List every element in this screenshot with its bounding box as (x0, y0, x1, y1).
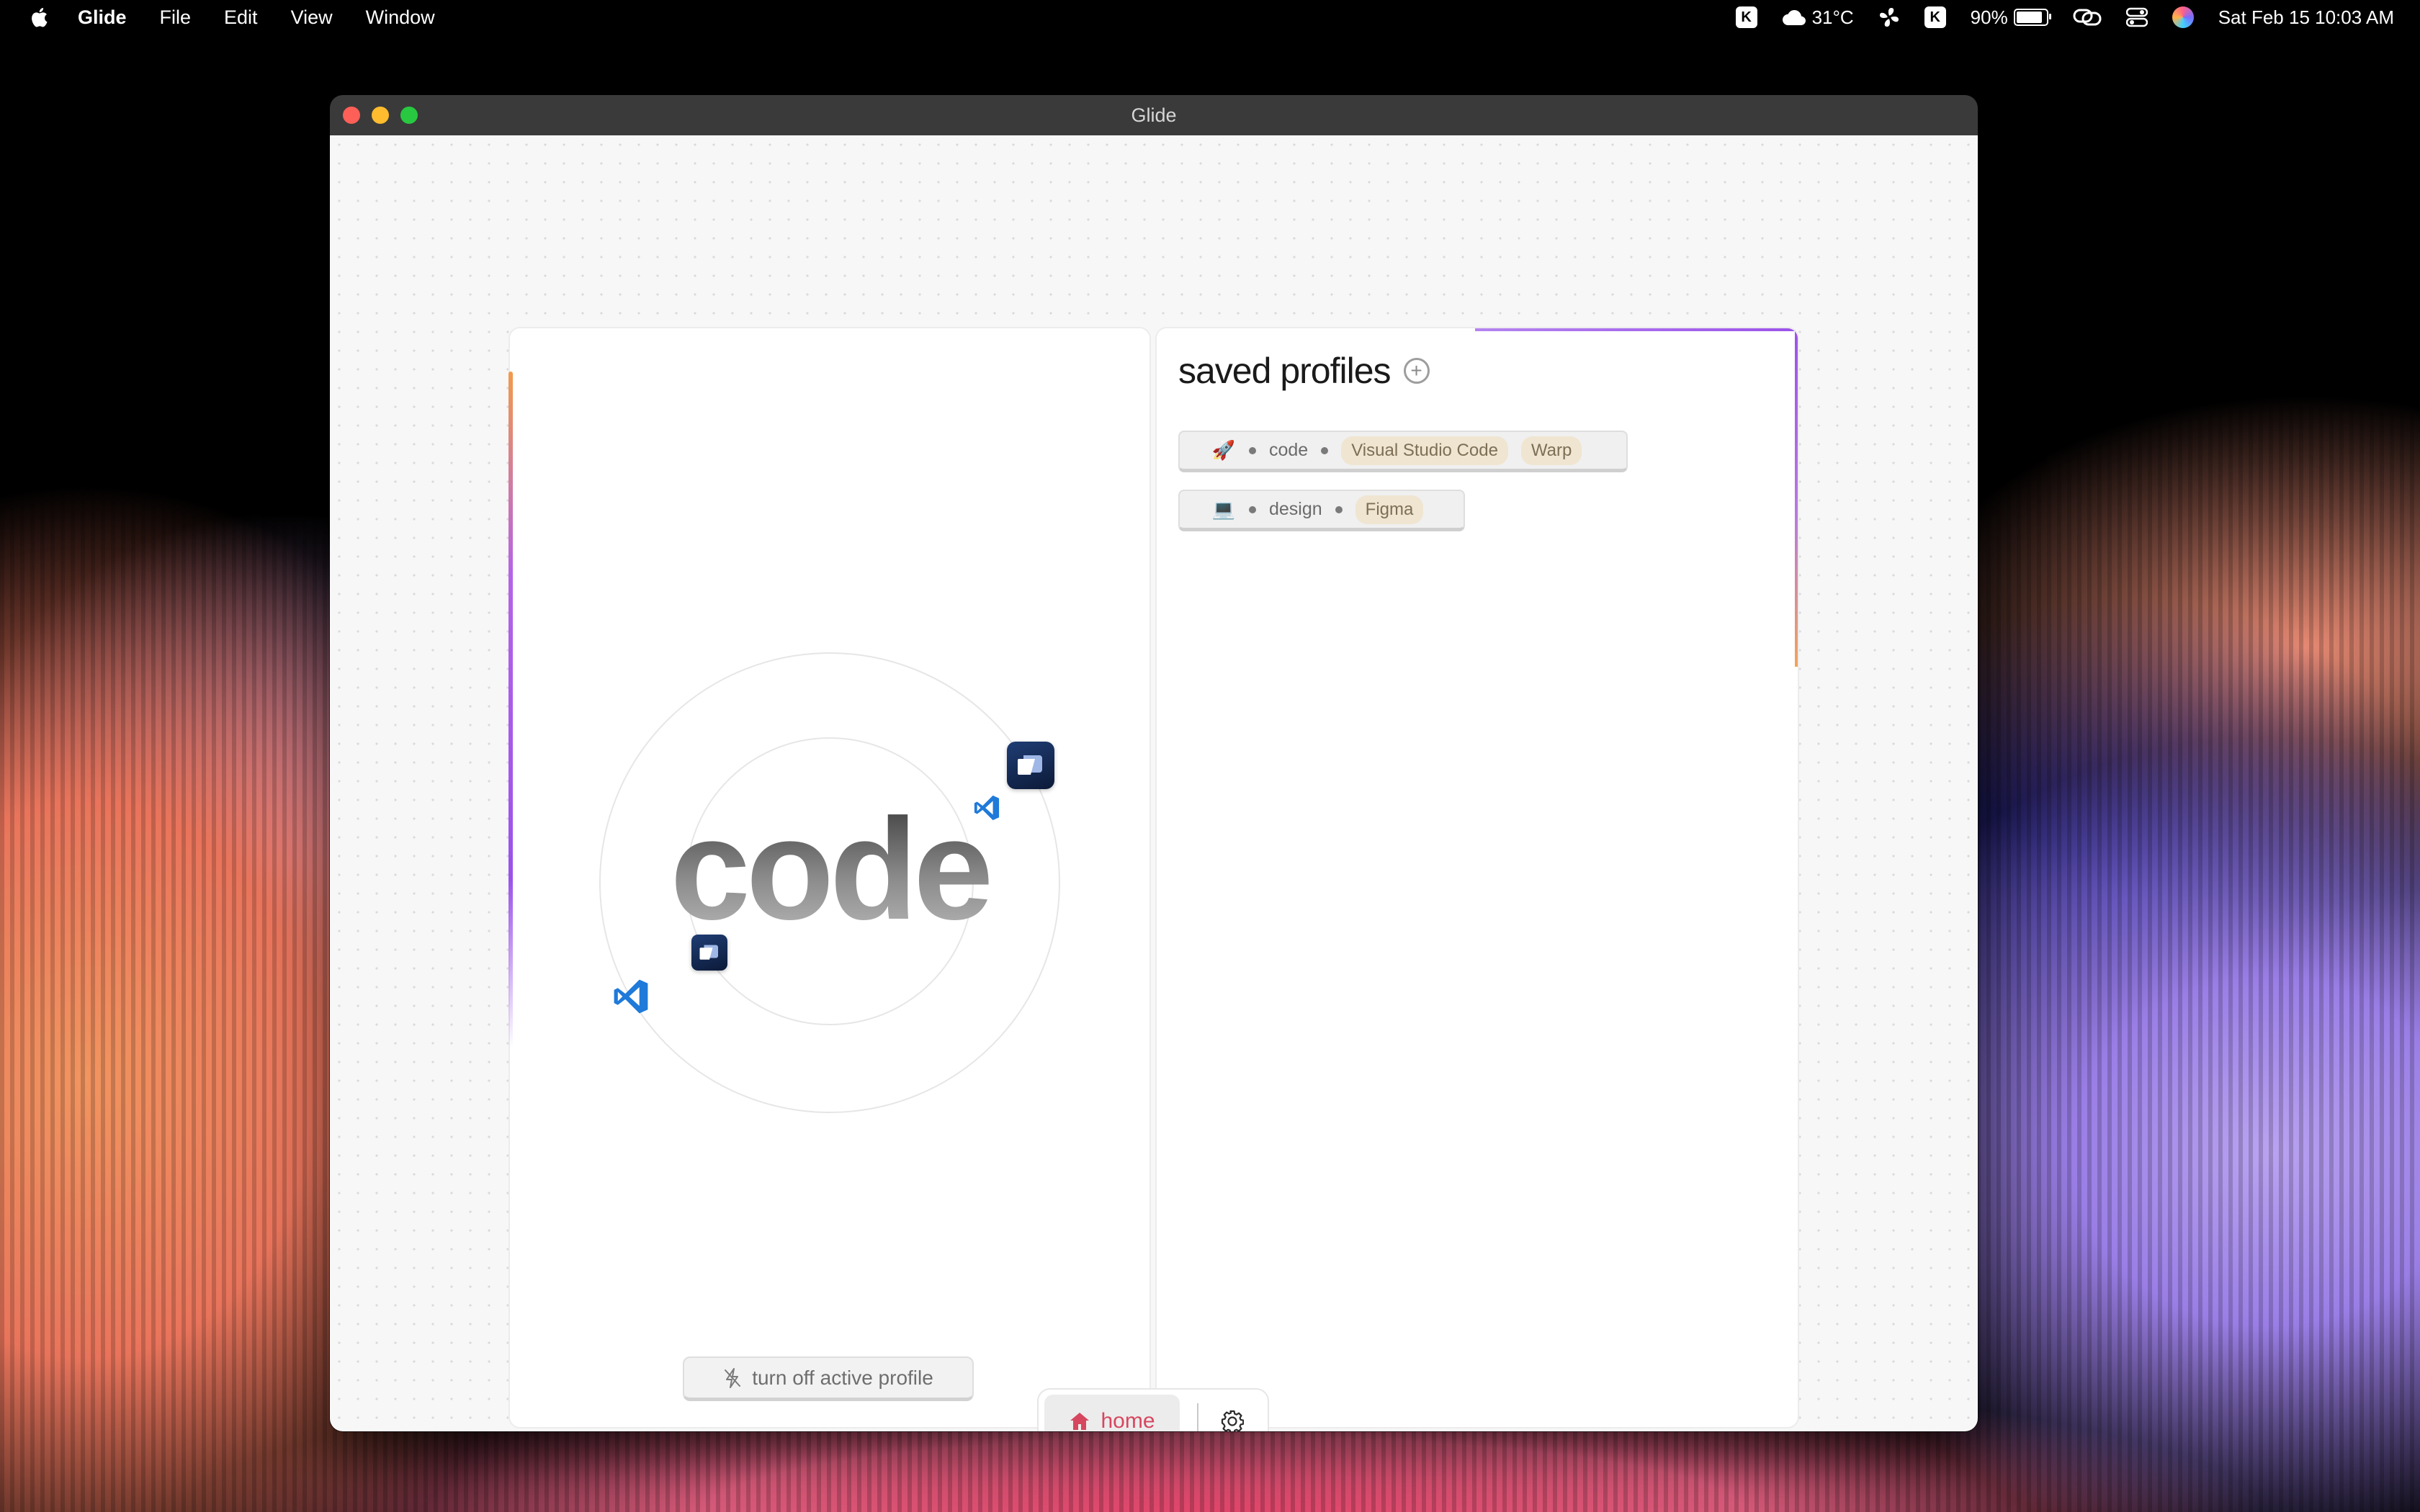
panel-accent-border (508, 372, 513, 1048)
rocket-icon: 🚀 (1211, 439, 1236, 461)
battery-status[interactable]: 90% (1970, 6, 2051, 29)
keyboard-app-icon-2[interactable]: K (1924, 6, 1946, 28)
battery-icon (2013, 9, 2051, 26)
weather-temp: 31°C (1811, 6, 1854, 28)
warp-logo-icon (1018, 755, 1042, 775)
profile-name: code (1269, 440, 1309, 460)
settings-button[interactable] (1217, 1406, 1247, 1431)
turn-off-label: turn off active profile (752, 1366, 933, 1389)
vscode-app-icon[interactable] (971, 792, 1003, 824)
window-controls (343, 107, 418, 124)
menu-datetime[interactable]: Sat Feb 15 10:03 AM (2218, 6, 2394, 29)
separator-dot (1249, 446, 1256, 454)
control-center-icon[interactable] (2125, 7, 2148, 27)
bottom-nav: home (1037, 1388, 1269, 1431)
gear-icon (1221, 1410, 1244, 1431)
menu-file[interactable]: File (160, 6, 192, 29)
app-tag: Warp (1520, 436, 1582, 465)
window-title: Glide (1131, 104, 1177, 126)
active-profile-panel: code turn off active profile (508, 327, 1151, 1428)
saved-profiles-panel: saved profiles + 🚀 code Visual Studio Co… (1155, 327, 1799, 1428)
fan-icon[interactable] (1878, 6, 1900, 28)
turn-off-profile-button[interactable]: turn off active profile (683, 1356, 974, 1401)
home-tab-button[interactable]: home (1044, 1395, 1180, 1431)
menu-view[interactable]: View (291, 6, 333, 29)
laptop-icon: 💻 (1211, 498, 1236, 520)
menu-app-name[interactable]: Glide (78, 6, 127, 29)
vscode-logo-icon (974, 795, 1000, 821)
maximize-button[interactable] (400, 107, 418, 124)
home-icon (1070, 1413, 1090, 1430)
vscode-app-icon-large[interactable] (609, 975, 653, 1018)
screen-mirroring-icon[interactable] (2073, 7, 2102, 27)
app-tag: Visual Studio Code (1341, 436, 1508, 465)
menu-bar: Glide File Edit View Window K 31°C K 90% (0, 0, 2420, 35)
separator-dot (1249, 505, 1256, 513)
cloud-icon (1782, 10, 1806, 25)
battery-percent: 90% (1970, 6, 2008, 28)
add-profile-button[interactable]: + (1403, 358, 1430, 384)
separator-dot (1335, 505, 1343, 513)
separator-dot (1321, 446, 1329, 454)
profile-item-design[interactable]: 💻 design Figma (1178, 490, 1465, 531)
weather-widget[interactable]: 31°C (1782, 6, 1854, 29)
panel-accent-top (1475, 328, 1798, 331)
saved-profiles-title: saved profiles (1178, 351, 1391, 391)
title-bar[interactable]: Glide (330, 95, 1978, 136)
plus-icon: + (1410, 359, 1422, 382)
profile-name: design (1269, 499, 1322, 519)
home-label: home (1101, 1409, 1155, 1431)
app-tag: Figma (1355, 495, 1424, 524)
battery-fill (2016, 12, 2043, 23)
warp-app-icon-small[interactable] (691, 935, 727, 971)
warp-app-icon[interactable] (1007, 742, 1054, 789)
siri-icon[interactable] (2172, 6, 2194, 28)
panel-accent-side (1795, 328, 1798, 667)
menu-edit[interactable]: Edit (224, 6, 258, 29)
nav-divider (1197, 1403, 1198, 1431)
close-button[interactable] (343, 107, 360, 124)
profile-item-code[interactable]: 🚀 code Visual Studio Code Warp (1178, 431, 1628, 472)
minimize-button[interactable] (372, 107, 389, 124)
menu-window[interactable]: Window (366, 6, 435, 29)
glide-window: Glide code turn off active profile saved… (330, 95, 1978, 1431)
window-content: code turn off active profile saved profi… (330, 135, 1978, 1431)
keyboard-app-icon[interactable]: K (1735, 6, 1757, 28)
saved-profiles-header: saved profiles + (1178, 350, 1430, 392)
apple-icon[interactable] (27, 6, 49, 29)
active-profile-orbit: code (599, 652, 1060, 1113)
bolt-off-icon (725, 1367, 741, 1388)
warp-logo-icon (699, 945, 718, 960)
vscode-logo-icon (614, 979, 648, 1014)
